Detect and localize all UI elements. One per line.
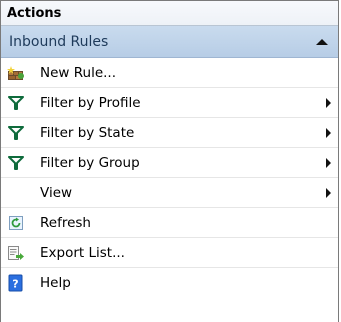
svg-text:?: ? [12, 278, 18, 291]
new-rule-icon [7, 64, 25, 82]
filter-icon [7, 94, 25, 112]
action-label: Help [40, 275, 71, 291]
action-view[interactable]: View [1, 178, 338, 208]
help-icon: ? [7, 274, 25, 292]
action-refresh[interactable]: Refresh [1, 208, 338, 238]
action-label: View [40, 184, 73, 201]
action-filter-by-group[interactable]: Filter by Group [1, 148, 338, 178]
action-label: Filter by Profile [40, 94, 141, 111]
filter-icon [7, 154, 25, 172]
submenu-arrow-icon [326, 187, 331, 198]
collapse-up-icon[interactable] [316, 38, 328, 45]
action-label: Refresh [40, 214, 91, 231]
refresh-icon [7, 214, 25, 232]
actions-pane-header: Actions [1, 0, 338, 26]
action-help[interactable]: ? Help [1, 268, 338, 298]
section-header-inbound-rules[interactable]: Inbound Rules [1, 26, 338, 58]
action-label: Export List... [40, 244, 125, 261]
submenu-arrow-icon [326, 157, 331, 168]
export-list-icon [7, 244, 25, 262]
submenu-arrow-icon [326, 97, 331, 108]
section-title: Inbound Rules [9, 33, 109, 50]
filter-icon [7, 124, 25, 142]
actions-pane-title: Actions [7, 5, 62, 21]
view-icon-placeholder [7, 184, 25, 202]
action-label: Filter by Group [40, 154, 140, 171]
action-new-rule[interactable]: New Rule... [1, 58, 338, 88]
action-export-list[interactable]: Export List... [1, 238, 338, 268]
submenu-arrow-icon [326, 127, 331, 138]
action-filter-by-state[interactable]: Filter by State [1, 118, 338, 148]
action-label: Filter by State [40, 124, 135, 141]
action-label: New Rule... [40, 64, 116, 81]
actions-pane: Actions Inbound Rules New Rule... Filter… [0, 0, 339, 322]
action-filter-by-profile[interactable]: Filter by Profile [1, 88, 338, 118]
